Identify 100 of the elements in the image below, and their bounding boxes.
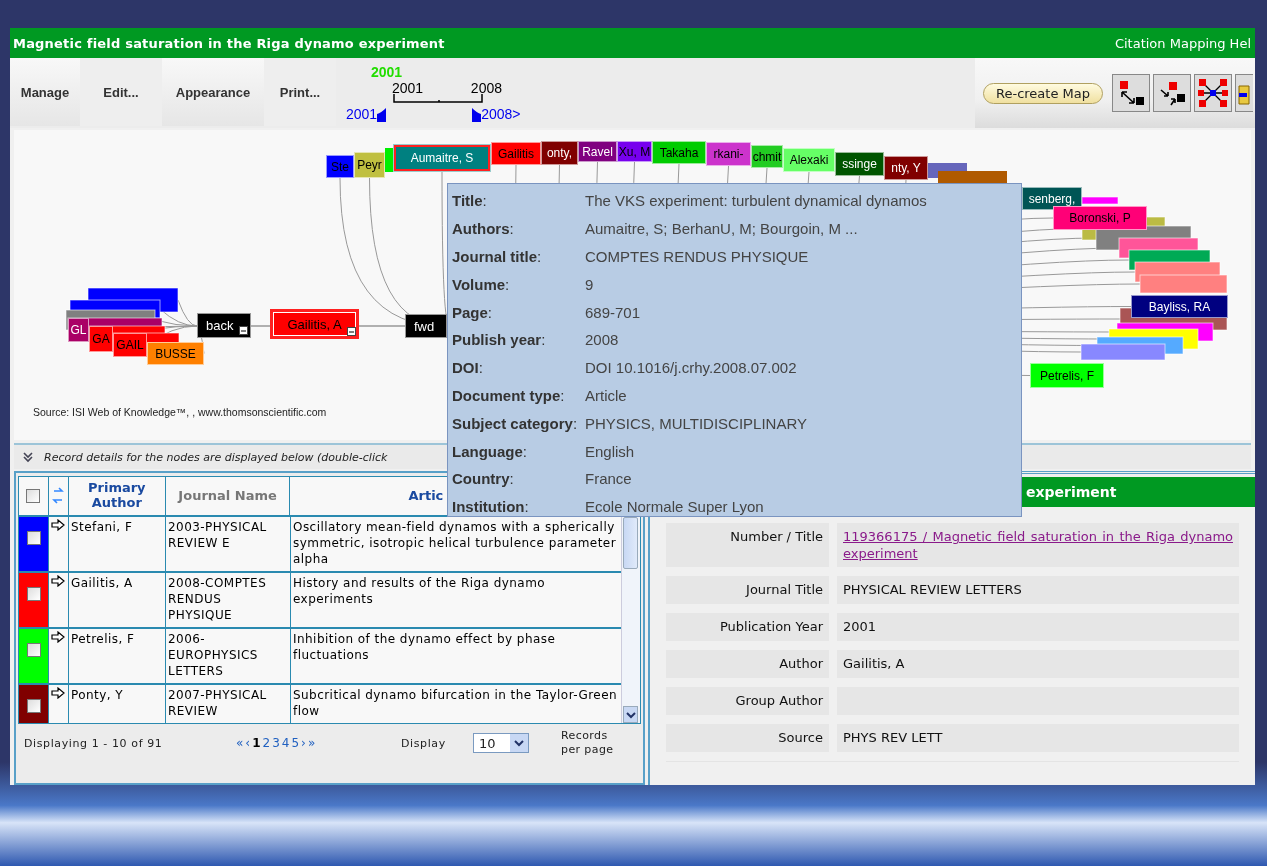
tooltip-value: 2008 xyxy=(585,331,619,349)
map-node[interactable]: Alexaki xyxy=(783,148,835,172)
map-node[interactable]: chmit xyxy=(751,145,783,168)
table-cell: 2006-EUROPHYSICS LETTERS xyxy=(166,629,291,683)
collapse-button[interactable] xyxy=(1153,74,1191,112)
scroll-thumb[interactable] xyxy=(623,517,638,569)
map-node[interactable]: Peyr xyxy=(354,152,385,178)
map-node[interactable]: Boronski, P xyxy=(1053,206,1147,230)
collapse-icon[interactable] xyxy=(239,326,248,335)
menu-button[interactable]: Appearance xyxy=(162,58,264,126)
collapse-chevron-icon[interactable] xyxy=(22,451,34,463)
column-header[interactable]: Journal Name xyxy=(165,477,291,515)
network-button[interactable] xyxy=(1194,74,1232,112)
page-link[interactable]: » xyxy=(307,736,316,750)
table-cell: 2003-PHYSICAL REVIEW E xyxy=(166,517,291,571)
map-node[interactable]: Petrelis, F xyxy=(1030,363,1104,388)
records-per-page-label: Records per page xyxy=(561,728,615,758)
row-checkbox[interactable] xyxy=(26,699,41,713)
range-end-label[interactable]: 2008> xyxy=(481,106,521,122)
field-label: Publication Year xyxy=(666,613,829,641)
help-link[interactable]: Citation Mapping Hel xyxy=(1114,35,1251,51)
arrow-icon[interactable] xyxy=(51,687,65,699)
page-size-select[interactable]: 10 xyxy=(473,733,529,753)
map-node[interactable]: GA xyxy=(89,326,113,352)
collapse-icon[interactable] xyxy=(347,327,356,336)
focus-node[interactable]: Gailitis, A xyxy=(270,309,359,339)
field-label: Author xyxy=(666,650,829,678)
map-node[interactable]: Aumaitre, S xyxy=(393,144,491,172)
arrow-icon[interactable] xyxy=(51,519,65,531)
tooltip-label: Page: xyxy=(452,303,494,321)
range-handle-icon[interactable] xyxy=(472,108,482,122)
field-value: PHYS REV LETT xyxy=(837,724,1239,752)
row-checkbox[interactable] xyxy=(26,587,41,601)
row-checkbox[interactable] xyxy=(26,643,41,657)
navigation-node[interactable]: fwd xyxy=(405,314,447,338)
page-link[interactable]: ‹ xyxy=(245,736,251,750)
tooltip-value: DOI 10.1016/j.crhy.2008.07.002 xyxy=(585,359,797,377)
map-node[interactable]: Gailitis xyxy=(491,142,541,165)
row-checkbox[interactable] xyxy=(26,531,41,545)
details-hint: Record details for the nodes are displayed below (double-click xyxy=(44,450,388,464)
select-all-checkbox[interactable] xyxy=(26,489,41,503)
connector-line xyxy=(250,325,271,327)
record-count: Displaying 1 - 10 of 91 xyxy=(24,736,164,750)
menu-button[interactable]: Manage xyxy=(10,58,80,126)
map-node[interactable]: rkani- xyxy=(706,142,751,166)
map-node[interactable]: nty, Y xyxy=(884,156,928,180)
arrow-icon[interactable] xyxy=(51,631,65,643)
page-link[interactable]: 1 xyxy=(252,736,261,750)
tooltip-label: Language: xyxy=(452,442,528,460)
record-link[interactable]: 119366175 / Magnetic field saturation in the Riga dynamo experiment xyxy=(843,529,1233,563)
expand-button[interactable] xyxy=(1112,74,1150,112)
map-node[interactable]: Takaha xyxy=(652,141,706,164)
field-label: Source xyxy=(666,724,829,752)
network-icon xyxy=(1196,76,1230,110)
tooltip-value: English xyxy=(585,442,635,460)
map-node[interactable]: onty, xyxy=(541,141,578,165)
page-link[interactable]: 2 xyxy=(262,736,271,750)
arrow-icon[interactable] xyxy=(51,575,65,587)
map-node[interactable]: ssinge xyxy=(835,152,884,176)
table-cell-text: Inhibition of the dynamo effect by phase fluctuations xyxy=(292,631,557,665)
tooltip-label: Publish year: xyxy=(452,331,547,349)
map-node[interactable]: senberg, xyxy=(1022,187,1082,210)
record-title: experiment xyxy=(1026,484,1117,500)
table-cell: Ponty, Y xyxy=(69,685,166,723)
tooltip-label: Journal title: xyxy=(452,248,543,265)
map-node[interactable]: BUSSE xyxy=(147,342,204,365)
tooltip-value: Article xyxy=(585,386,627,404)
chevron-down-icon xyxy=(625,710,636,719)
page-link[interactable]: 5 xyxy=(291,736,300,750)
tooltip-value: Aumaitre, S; BerhanU, M; Bourgoin, M ... xyxy=(585,220,858,238)
field-value: 2001 xyxy=(837,613,1239,641)
scroll-down-button[interactable] xyxy=(623,706,638,723)
swap-arrows-icon[interactable] xyxy=(52,486,65,506)
column-header[interactable]: Primary Author xyxy=(68,477,166,515)
source-note: Source: ISI Web of Knowledge™, , www.thomsonscientific.com xyxy=(33,406,327,418)
tooltip-label: Volume: xyxy=(452,275,511,293)
page-link[interactable]: 3 xyxy=(272,736,280,750)
map-node[interactable]: GAIL xyxy=(113,333,147,357)
range-start-label[interactable]: 2001 xyxy=(346,106,378,122)
range-handle-icon[interactable] xyxy=(377,108,387,122)
page-link[interactable]: 4 xyxy=(281,736,290,750)
recreate-map-button[interactable]: Re-create Map xyxy=(983,82,1103,104)
field-value: Gailitis, A xyxy=(837,650,1239,678)
tooltip-label: Title: xyxy=(452,192,488,210)
tooltip-value: PHYSICS, MULTIDISCIPLINARY xyxy=(585,414,807,432)
map-node[interactable]: Bayliss, RA xyxy=(1131,295,1228,318)
tooltip-value: COMPTES RENDUS PHYSIQUE xyxy=(585,248,809,265)
node-edge-drawing xyxy=(385,148,393,172)
page-link[interactable]: « xyxy=(236,736,244,750)
tooltip-value: France xyxy=(585,470,632,488)
tooltip-label: Country: xyxy=(452,470,515,488)
map-node[interactable]: GL xyxy=(68,318,89,342)
folder-button[interactable] xyxy=(1235,74,1253,112)
page-link[interactable]: › xyxy=(301,736,306,750)
tooltip-label: Subject category: xyxy=(452,414,579,432)
tooltip-label: Authors: xyxy=(452,220,515,238)
scrollbar[interactable] xyxy=(621,517,640,723)
map-node[interactable]: Ravel xyxy=(578,141,617,162)
navigation-node[interactable]: back xyxy=(197,313,251,338)
tooltip-value: 9 xyxy=(585,275,594,293)
